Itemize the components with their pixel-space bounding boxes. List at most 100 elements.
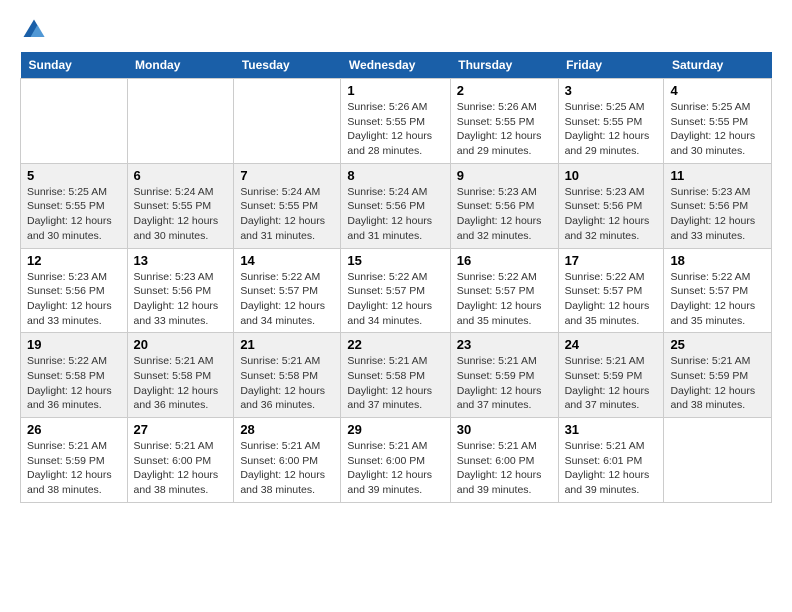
calendar-cell: 11Sunrise: 5:23 AMSunset: 5:56 PMDayligh…	[664, 163, 772, 248]
day-number: 25	[670, 337, 765, 352]
day-number: 29	[347, 422, 443, 437]
day-number: 20	[134, 337, 228, 352]
day-info: Sunrise: 5:21 AMSunset: 5:58 PMDaylight:…	[347, 354, 443, 413]
calendar-cell: 7 Sunrise: 5:24 AMSunset: 5:55 PMDaylight…	[234, 163, 341, 248]
day-info: Sunrise: 5:26 AMSunset: 5:55 PMDaylight:…	[457, 100, 552, 159]
calendar-table: SundayMondayTuesdayWednesdayThursdayFrid…	[20, 52, 772, 503]
day-number: 2	[457, 83, 552, 98]
calendar-cell: 15Sunrise: 5:22 AMSunset: 5:57 PMDayligh…	[341, 248, 450, 333]
calendar-cell: 30Sunrise: 5:21 AMSunset: 6:00 PMDayligh…	[450, 418, 558, 503]
day-number: 26	[27, 422, 121, 437]
day-info: Sunrise: 5:21 AMSunset: 5:59 PMDaylight:…	[27, 439, 121, 498]
day-number: 19	[27, 337, 121, 352]
day-info: Sunrise: 5:22 AMSunset: 5:57 PMDaylight:…	[240, 270, 334, 329]
day-number: 21	[240, 337, 334, 352]
day-number: 24	[565, 337, 658, 352]
calendar-week-row: 26 Sunrise: 5:21 AMSunset: 5:59 PMDayligh…	[21, 418, 772, 503]
calendar-week-row: 1 Sunrise: 5:26 AMSunset: 5:55 PMDaylight…	[21, 79, 772, 164]
calendar-cell: 20Sunrise: 5:21 AMSunset: 5:58 PMDayligh…	[127, 333, 234, 418]
weekday-header-row: SundayMondayTuesdayWednesdayThursdayFrid…	[21, 52, 772, 79]
day-number: 10	[565, 168, 658, 183]
day-number: 12	[27, 253, 121, 268]
calendar-cell: 29 Sunrise: 5:21 AMSunset: 6:00 PMDayligh…	[341, 418, 450, 503]
calendar-cell: 21 Sunrise: 5:21 AMSunset: 5:58 PMDayligh…	[234, 333, 341, 418]
calendar-cell: 27 Sunrise: 5:21 AMSunset: 6:00 PMDayligh…	[127, 418, 234, 503]
day-number: 23	[457, 337, 552, 352]
day-info: Sunrise: 5:25 AMSunset: 5:55 PMDaylight:…	[27, 185, 121, 244]
calendar-cell: 17 Sunrise: 5:22 AMSunset: 5:57 PMDayligh…	[558, 248, 664, 333]
calendar-cell: 4 Sunrise: 5:25 AMSunset: 5:55 PMDaylight…	[664, 79, 772, 164]
calendar-cell: 22 Sunrise: 5:21 AMSunset: 5:58 PMDayligh…	[341, 333, 450, 418]
day-number: 5	[27, 168, 121, 183]
day-info: Sunrise: 5:23 AMSunset: 5:56 PMDaylight:…	[27, 270, 121, 329]
calendar-cell	[21, 79, 128, 164]
calendar-cell: 26 Sunrise: 5:21 AMSunset: 5:59 PMDayligh…	[21, 418, 128, 503]
day-number: 22	[347, 337, 443, 352]
day-number: 7	[240, 168, 334, 183]
calendar-cell: 5 Sunrise: 5:25 AMSunset: 5:55 PMDaylight…	[21, 163, 128, 248]
weekday-header-monday: Monday	[127, 52, 234, 79]
day-number: 1	[347, 83, 443, 98]
calendar-cell: 14Sunrise: 5:22 AMSunset: 5:57 PMDayligh…	[234, 248, 341, 333]
day-info: Sunrise: 5:21 AMSunset: 6:00 PMDaylight:…	[134, 439, 228, 498]
calendar-cell: 8 Sunrise: 5:24 AMSunset: 5:56 PMDaylight…	[341, 163, 450, 248]
calendar-cell	[664, 418, 772, 503]
calendar-cell: 25 Sunrise: 5:21 AMSunset: 5:59 PMDayligh…	[664, 333, 772, 418]
weekday-header-friday: Friday	[558, 52, 664, 79]
calendar-cell: 2 Sunrise: 5:26 AMSunset: 5:55 PMDaylight…	[450, 79, 558, 164]
day-info: Sunrise: 5:25 AMSunset: 5:55 PMDaylight:…	[565, 100, 658, 159]
calendar-cell: 12 Sunrise: 5:23 AMSunset: 5:56 PMDayligh…	[21, 248, 128, 333]
calendar-cell	[127, 79, 234, 164]
day-info: Sunrise: 5:24 AMSunset: 5:56 PMDaylight:…	[347, 185, 443, 244]
day-number: 13	[134, 253, 228, 268]
day-number: 9	[457, 168, 552, 183]
calendar-cell: 3 Sunrise: 5:25 AMSunset: 5:55 PMDaylight…	[558, 79, 664, 164]
day-info: Sunrise: 5:21 AMSunset: 6:00 PMDaylight:…	[347, 439, 443, 498]
day-number: 16	[457, 253, 552, 268]
day-info: Sunrise: 5:23 AMSunset: 5:56 PMDaylight:…	[670, 185, 765, 244]
day-info: Sunrise: 5:22 AMSunset: 5:58 PMDaylight:…	[27, 354, 121, 413]
day-number: 27	[134, 422, 228, 437]
generalblue-logo-icon	[20, 16, 48, 44]
header-area	[20, 16, 772, 44]
day-info: Sunrise: 5:21 AMSunset: 5:58 PMDaylight:…	[240, 354, 334, 413]
day-info: Sunrise: 5:24 AMSunset: 5:55 PMDaylight:…	[134, 185, 228, 244]
day-number: 4	[670, 83, 765, 98]
calendar-cell: 16Sunrise: 5:22 AMSunset: 5:57 PMDayligh…	[450, 248, 558, 333]
calendar-cell: 24Sunrise: 5:21 AMSunset: 5:59 PMDayligh…	[558, 333, 664, 418]
weekday-header-sunday: Sunday	[21, 52, 128, 79]
day-number: 8	[347, 168, 443, 183]
calendar-week-row: 5 Sunrise: 5:25 AMSunset: 5:55 PMDaylight…	[21, 163, 772, 248]
day-number: 31	[565, 422, 658, 437]
calendar-cell: 28Sunrise: 5:21 AMSunset: 6:00 PMDayligh…	[234, 418, 341, 503]
weekday-header-saturday: Saturday	[664, 52, 772, 79]
calendar-week-row: 12 Sunrise: 5:23 AMSunset: 5:56 PMDayligh…	[21, 248, 772, 333]
calendar-cell: 31 Sunrise: 5:21 AMSunset: 6:01 PMDayligh…	[558, 418, 664, 503]
day-number: 3	[565, 83, 658, 98]
day-info: Sunrise: 5:21 AMSunset: 6:00 PMDaylight:…	[457, 439, 552, 498]
day-info: Sunrise: 5:21 AMSunset: 6:00 PMDaylight:…	[240, 439, 334, 498]
day-info: Sunrise: 5:22 AMSunset: 5:57 PMDaylight:…	[565, 270, 658, 329]
day-number: 18	[670, 253, 765, 268]
calendar-cell: 23 Sunrise: 5:21 AMSunset: 5:59 PMDayligh…	[450, 333, 558, 418]
weekday-header-wednesday: Wednesday	[341, 52, 450, 79]
day-info: Sunrise: 5:23 AMSunset: 5:56 PMDaylight:…	[134, 270, 228, 329]
day-info: Sunrise: 5:21 AMSunset: 5:59 PMDaylight:…	[457, 354, 552, 413]
day-info: Sunrise: 5:22 AMSunset: 5:57 PMDaylight:…	[347, 270, 443, 329]
day-info: Sunrise: 5:25 AMSunset: 5:55 PMDaylight:…	[670, 100, 765, 159]
calendar-cell: 18 Sunrise: 5:22 AMSunset: 5:57 PMDayligh…	[664, 248, 772, 333]
calendar-cell: 6Sunrise: 5:24 AMSunset: 5:55 PMDaylight…	[127, 163, 234, 248]
day-info: Sunrise: 5:21 AMSunset: 5:59 PMDaylight:…	[670, 354, 765, 413]
calendar-cell: 19 Sunrise: 5:22 AMSunset: 5:58 PMDayligh…	[21, 333, 128, 418]
calendar-cell: 13 Sunrise: 5:23 AMSunset: 5:56 PMDayligh…	[127, 248, 234, 333]
day-info: Sunrise: 5:24 AMSunset: 5:55 PMDaylight:…	[240, 185, 334, 244]
day-number: 17	[565, 253, 658, 268]
calendar-cell: 10 Sunrise: 5:23 AMSunset: 5:56 PMDayligh…	[558, 163, 664, 248]
calendar-cell	[234, 79, 341, 164]
logo	[20, 16, 52, 44]
day-info: Sunrise: 5:21 AMSunset: 6:01 PMDaylight:…	[565, 439, 658, 498]
day-info: Sunrise: 5:23 AMSunset: 5:56 PMDaylight:…	[565, 185, 658, 244]
calendar-cell: 9 Sunrise: 5:23 AMSunset: 5:56 PMDaylight…	[450, 163, 558, 248]
day-info: Sunrise: 5:23 AMSunset: 5:56 PMDaylight:…	[457, 185, 552, 244]
day-info: Sunrise: 5:22 AMSunset: 5:57 PMDaylight:…	[670, 270, 765, 329]
